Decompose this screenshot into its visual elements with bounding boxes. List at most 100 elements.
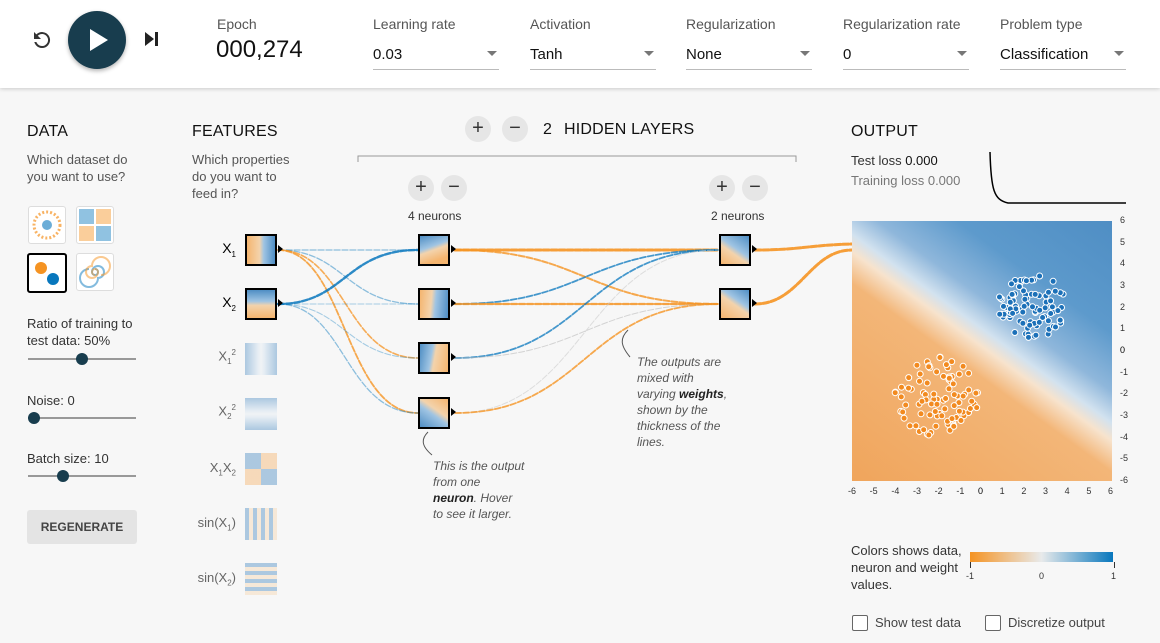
data-point <box>1029 303 1036 311</box>
node-output-arrow <box>752 245 757 253</box>
feature-tile-sin-x2[interactable] <box>245 563 277 595</box>
hidden-layers-count: 2 <box>543 121 553 138</box>
y-tick: -3 <box>1120 410 1129 420</box>
data-point <box>955 370 963 378</box>
data-point <box>1045 288 1052 296</box>
annotation-arrow <box>621 329 631 358</box>
data-point <box>1022 277 1030 285</box>
data-point <box>941 405 949 413</box>
data-point <box>1056 316 1064 324</box>
feature-label-sin-x2: sin(X2) <box>197 570 236 588</box>
y-tick: -1 <box>1120 366 1129 377</box>
data-point <box>968 397 976 405</box>
remove-neuron-layer2-button[interactable]: − <box>742 175 768 201</box>
show-test-data-label[interactable]: Show test data <box>875 615 961 630</box>
data-point <box>936 354 944 361</box>
data-points <box>891 272 1067 439</box>
add-neuron-layer2-button[interactable]: + <box>709 175 735 201</box>
data-point <box>973 404 981 412</box>
show-test-data-checkbox[interactable] <box>852 615 868 631</box>
data-point <box>925 363 933 371</box>
weight-line <box>277 303 419 359</box>
data-point <box>899 408 907 416</box>
legend-tick-min: -1 <box>966 571 975 581</box>
data-point <box>942 361 950 369</box>
y-tick: 1 <box>1120 323 1126 334</box>
neuron-l1-4[interactable] <box>418 397 450 429</box>
data-point <box>1009 309 1017 317</box>
x-tick: -3 <box>913 486 922 496</box>
y-tick: -2 <box>1120 388 1129 399</box>
neuron-l1-3[interactable] <box>418 342 450 374</box>
data-point <box>1052 323 1059 331</box>
remove-neuron-layer1-button[interactable]: − <box>441 175 467 201</box>
weight-line <box>454 303 719 359</box>
discretize-output-checkbox[interactable] <box>985 615 1001 631</box>
feature-label-x2: X2 <box>222 294 236 313</box>
data-point <box>905 384 912 392</box>
neuron-l2-2[interactable] <box>719 288 751 320</box>
data-point <box>1019 308 1027 316</box>
data-point <box>1008 280 1015 288</box>
data-point <box>1035 318 1043 326</box>
data-point <box>1051 287 1059 295</box>
feature-tile-x1-squared[interactable] <box>245 343 277 375</box>
data-point <box>1047 310 1055 317</box>
x-tick: 6 <box>1108 486 1114 496</box>
data-point <box>1020 302 1028 310</box>
neuron-l1-2[interactable] <box>418 288 450 320</box>
data-point <box>891 389 899 397</box>
test-loss-value: 0.000 <box>905 153 938 168</box>
neuron-l2-1[interactable] <box>719 234 751 266</box>
feature-label-x2-squared: X22 <box>218 403 236 421</box>
data-point <box>925 431 933 439</box>
legend-tick-mid: 0 <box>1039 571 1045 581</box>
y-tick: 3 <box>1120 280 1126 290</box>
y-tick: 4 <box>1120 258 1126 269</box>
data-point <box>1015 283 1023 291</box>
feature-tile-x1[interactable] <box>245 234 277 266</box>
data-point <box>1049 277 1057 285</box>
data-point <box>945 374 953 382</box>
data-point <box>996 293 1003 301</box>
data-point <box>1006 298 1014 306</box>
add-layer-button[interactable]: + <box>465 116 491 142</box>
feature-label-sin-x1: sin(X1) <box>197 515 236 533</box>
remove-layer-button[interactable]: − <box>502 116 528 142</box>
data-point <box>1047 297 1055 305</box>
y-tick: -5 <box>1120 453 1129 464</box>
add-neuron-layer1-button[interactable]: + <box>408 175 434 201</box>
data-point <box>950 391 958 399</box>
x-tick: 1 <box>999 486 1005 496</box>
color-legend-text: Colors shows data, neuron and weight val… <box>851 543 962 592</box>
node-output-arrow <box>451 299 456 307</box>
neuron-annotation: This is the output from one neuron. Hover t… <box>433 459 525 521</box>
output-heatmap[interactable] <box>852 221 1112 481</box>
test-loss-label: Test loss <box>851 153 902 168</box>
weight-line <box>277 249 419 305</box>
feature-tile-x1x2[interactable] <box>245 453 277 485</box>
data-point <box>1031 290 1039 298</box>
neuron-l1-1[interactable] <box>418 234 450 266</box>
data-point <box>949 380 957 388</box>
feature-tile-x2[interactable] <box>245 288 277 320</box>
layer2-neurons-label: 2 neurons <box>711 209 765 223</box>
feature-tile-sin-x1[interactable] <box>245 508 277 540</box>
data-point <box>965 369 973 377</box>
data-point <box>1000 302 1007 310</box>
data-point <box>959 392 967 400</box>
legend-tick-max: 1 <box>1111 571 1117 581</box>
data-point <box>900 414 908 422</box>
weight-line <box>753 248 854 306</box>
data-point <box>950 402 958 410</box>
data-point <box>906 422 914 430</box>
discretize-output-label[interactable]: Discretize output <box>1008 615 1105 630</box>
data-point <box>933 368 941 376</box>
data-point <box>948 415 956 423</box>
feature-tile-x2-squared[interactable] <box>245 398 277 430</box>
data-point <box>916 377 923 385</box>
data-point <box>950 422 958 430</box>
data-point <box>905 374 913 382</box>
node-output-arrow <box>752 299 757 307</box>
node-output-arrow <box>451 353 456 361</box>
